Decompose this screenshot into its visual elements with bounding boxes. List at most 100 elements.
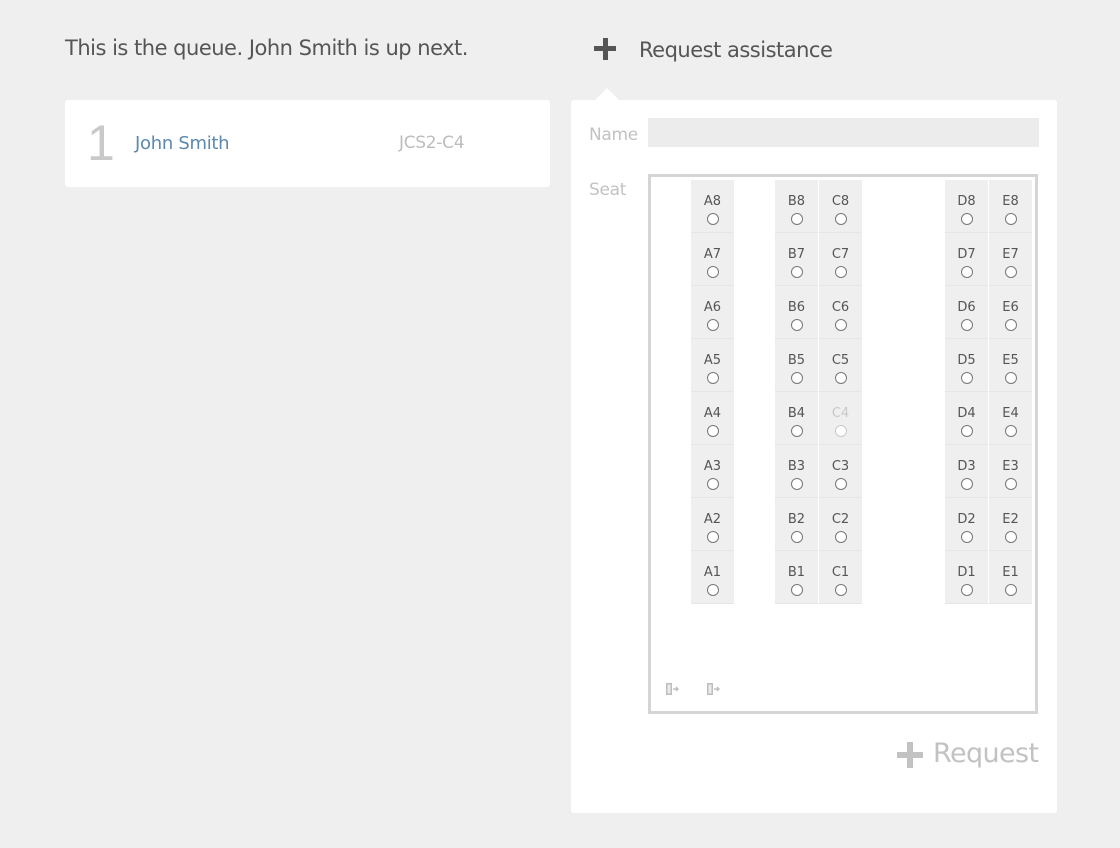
seat-label: D1 <box>957 565 976 580</box>
seat-radio[interactable] <box>835 213 847 225</box>
seat-label: Seat <box>589 180 627 200</box>
seat-radio[interactable] <box>707 584 719 596</box>
seat-radio[interactable] <box>791 531 803 543</box>
seat-radio[interactable] <box>707 478 719 490</box>
seat-e8[interactable]: E8 <box>989 180 1032 233</box>
seat-c8[interactable]: C8 <box>819 180 862 233</box>
seat-b2[interactable]: B2 <box>775 498 818 551</box>
seat-label: E7 <box>1002 247 1019 262</box>
seat-c5[interactable]: C5 <box>819 339 862 392</box>
seat-column-b: B8 B7 B6 B5 B4 B3 B2 B1 <box>775 180 818 604</box>
seat-e7[interactable]: E7 <box>989 233 1032 286</box>
seat-radio[interactable] <box>791 213 803 225</box>
seat-radio[interactable] <box>961 319 973 331</box>
seat-e5[interactable]: E5 <box>989 339 1032 392</box>
seat-radio[interactable] <box>961 531 973 543</box>
seat-radio[interactable] <box>707 372 719 384</box>
name-input[interactable] <box>648 118 1039 147</box>
seat-radio[interactable] <box>1005 531 1017 543</box>
seat-radio[interactable] <box>961 478 973 490</box>
seat-a7[interactable]: A7 <box>691 233 734 286</box>
seat-radio[interactable] <box>961 425 973 437</box>
seat-a8[interactable]: A8 <box>691 180 734 233</box>
seat-label: B2 <box>787 512 806 527</box>
seat-radio[interactable] <box>1005 213 1017 225</box>
seat-radio[interactable] <box>791 372 803 384</box>
seat-e4[interactable]: E4 <box>989 392 1032 445</box>
seat-c2[interactable]: C2 <box>819 498 862 551</box>
seat-radio[interactable] <box>791 266 803 278</box>
seat-radio[interactable] <box>1005 584 1017 596</box>
seat-b6[interactable]: B6 <box>775 286 818 339</box>
seat-radio[interactable] <box>1005 478 1017 490</box>
seat-label: A3 <box>703 459 722 474</box>
seat-radio[interactable] <box>1005 319 1017 331</box>
seat-radio[interactable] <box>961 266 973 278</box>
seat-b5[interactable]: B5 <box>775 339 818 392</box>
request-button-label: Request <box>933 738 1039 769</box>
seat-radio[interactable] <box>1005 372 1017 384</box>
seat-label: C5 <box>831 353 850 368</box>
seat-radio[interactable] <box>835 266 847 278</box>
name-label: Name <box>589 125 638 145</box>
seat-radio[interactable] <box>791 478 803 490</box>
seat-b4[interactable]: B4 <box>775 392 818 445</box>
seat-radio[interactable] <box>707 266 719 278</box>
queue-entry: 1 John Smith JCS2-C4 <box>65 100 550 187</box>
seat-radio[interactable] <box>835 319 847 331</box>
seat-e6[interactable]: E6 <box>989 286 1032 339</box>
seat-d3[interactable]: D3 <box>945 445 988 498</box>
seat-b1[interactable]: B1 <box>775 551 818 604</box>
seat-c6[interactable]: C6 <box>819 286 862 339</box>
seat-label: E8 <box>1002 194 1019 209</box>
seat-d6[interactable]: D6 <box>945 286 988 339</box>
seat-a3[interactable]: A3 <box>691 445 734 498</box>
seat-a5[interactable]: A5 <box>691 339 734 392</box>
seat-d4[interactable]: D4 <box>945 392 988 445</box>
seat-label: B3 <box>787 459 806 474</box>
seat-radio[interactable] <box>707 319 719 331</box>
seat-radio[interactable] <box>707 425 719 437</box>
queue-entry-name[interactable]: John Smith <box>135 133 230 154</box>
seat-e1[interactable]: E1 <box>989 551 1032 604</box>
seat-radio[interactable] <box>835 478 847 490</box>
seat-b3[interactable]: B3 <box>775 445 818 498</box>
seat-label: D7 <box>957 247 976 262</box>
seat-label: D5 <box>957 353 976 368</box>
seat-label: E2 <box>1002 512 1019 527</box>
seat-a1[interactable]: A1 <box>691 551 734 604</box>
seat-a4[interactable]: A4 <box>691 392 734 445</box>
seat-radio[interactable] <box>835 531 847 543</box>
seat-c1[interactable]: C1 <box>819 551 862 604</box>
seat-label: E3 <box>1002 459 1019 474</box>
seat-e2[interactable]: E2 <box>989 498 1032 551</box>
seat-label: A8 <box>703 194 722 209</box>
seat-radio[interactable] <box>961 584 973 596</box>
seat-d1[interactable]: D1 <box>945 551 988 604</box>
seat-radio[interactable] <box>791 425 803 437</box>
seat-c3[interactable]: C3 <box>819 445 862 498</box>
seat-d8[interactable]: D8 <box>945 180 988 233</box>
seat-radio[interactable] <box>835 584 847 596</box>
seat-radio[interactable] <box>961 372 973 384</box>
seat-radio[interactable] <box>707 213 719 225</box>
seat-b8[interactable]: B8 <box>775 180 818 233</box>
seat-a6[interactable]: A6 <box>691 286 734 339</box>
seat-a2[interactable]: A2 <box>691 498 734 551</box>
seat-label: E1 <box>1002 565 1019 580</box>
seat-radio[interactable] <box>835 372 847 384</box>
seat-d2[interactable]: D2 <box>945 498 988 551</box>
seat-radio[interactable] <box>791 319 803 331</box>
seat-d5[interactable]: D5 <box>945 339 988 392</box>
seat-e3[interactable]: E3 <box>989 445 1032 498</box>
seat-radio[interactable] <box>1005 425 1017 437</box>
queue-entry-seat: JCS2-C4 <box>399 133 465 153</box>
seat-c7[interactable]: C7 <box>819 233 862 286</box>
seat-radio[interactable] <box>707 531 719 543</box>
seat-label: D4 <box>957 406 976 421</box>
seat-radio[interactable] <box>791 584 803 596</box>
seat-d7[interactable]: D7 <box>945 233 988 286</box>
seat-b7[interactable]: B7 <box>775 233 818 286</box>
seat-radio[interactable] <box>961 213 973 225</box>
seat-radio[interactable] <box>1005 266 1017 278</box>
